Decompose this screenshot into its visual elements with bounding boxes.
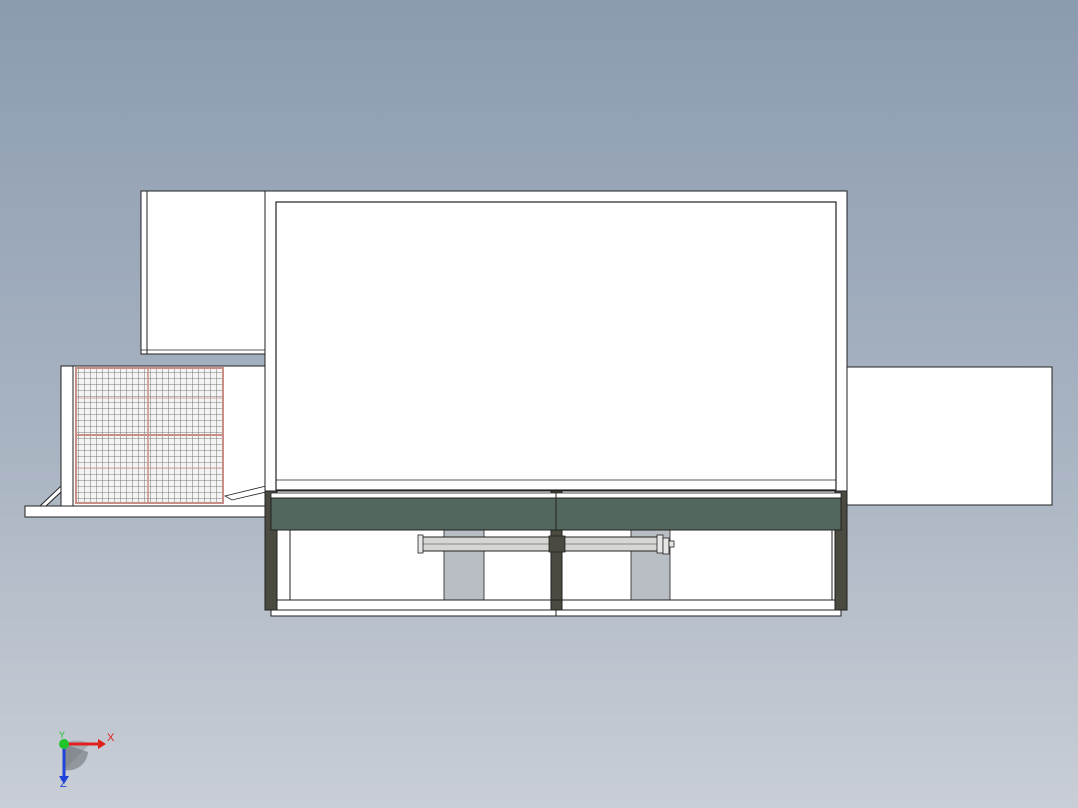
axis-triad-graphic [59, 739, 106, 784]
main-housing [264, 190, 848, 492]
control-panel-strip [270, 492, 842, 531]
roller-shaft [417, 534, 675, 555]
filter-grille [75, 367, 224, 504]
right-extension-housing [846, 366, 1053, 506]
coordinate-triad: X Y Z [40, 728, 130, 798]
axis-label-y: Y [59, 730, 66, 740]
axis-label-z: Z [60, 778, 67, 790]
axis-label-x: X [107, 732, 115, 744]
model-viewport[interactable]: X Y Z [0, 0, 1078, 808]
machine-model-drawing[interactable] [0, 0, 1078, 808]
upper-side-cabinet [140, 190, 266, 355]
